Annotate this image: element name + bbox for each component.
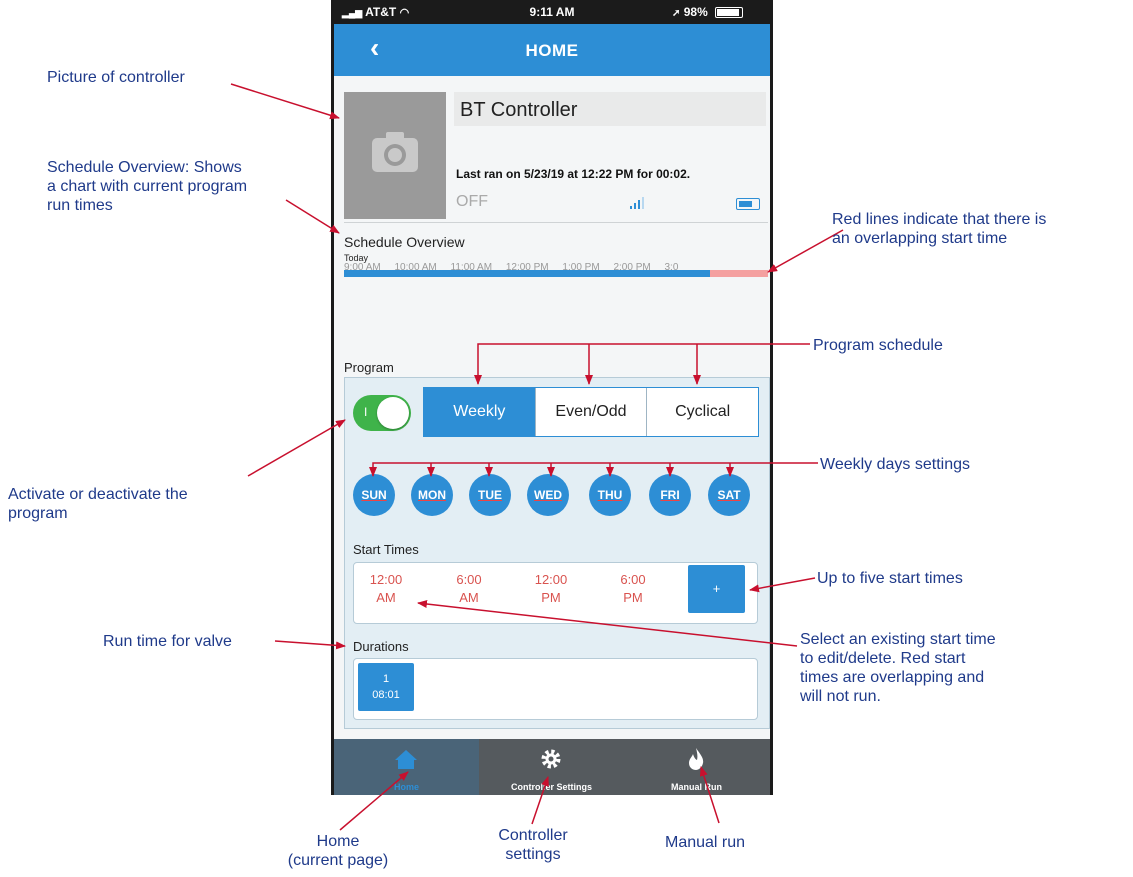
callout-activate: Activate or deactivate the program [8, 486, 188, 522]
callout-schedule-overview: Schedule Overview: Shows a chart with cu… [47, 159, 248, 214]
callout-run-time: Run time for valve [103, 633, 232, 650]
callout-program-schedule: Program schedule [813, 337, 943, 354]
callout-manual-run: Manual run [665, 834, 746, 851]
callout-home: Home (current page) [287, 833, 389, 869]
callout-five-start: Up to five start times [817, 570, 963, 587]
callout-red-lines: Red lines indicate that there is an over… [832, 211, 1047, 247]
callout-picture: Picture of controller [47, 69, 185, 86]
callout-controller-settings: Controller settings [498, 827, 568, 863]
callout-arrows [230, 83, 844, 831]
callout-select-start: Select an existing start time to edit/de… [800, 631, 996, 705]
callout-weekly-days: Weekly days settings [820, 456, 970, 473]
